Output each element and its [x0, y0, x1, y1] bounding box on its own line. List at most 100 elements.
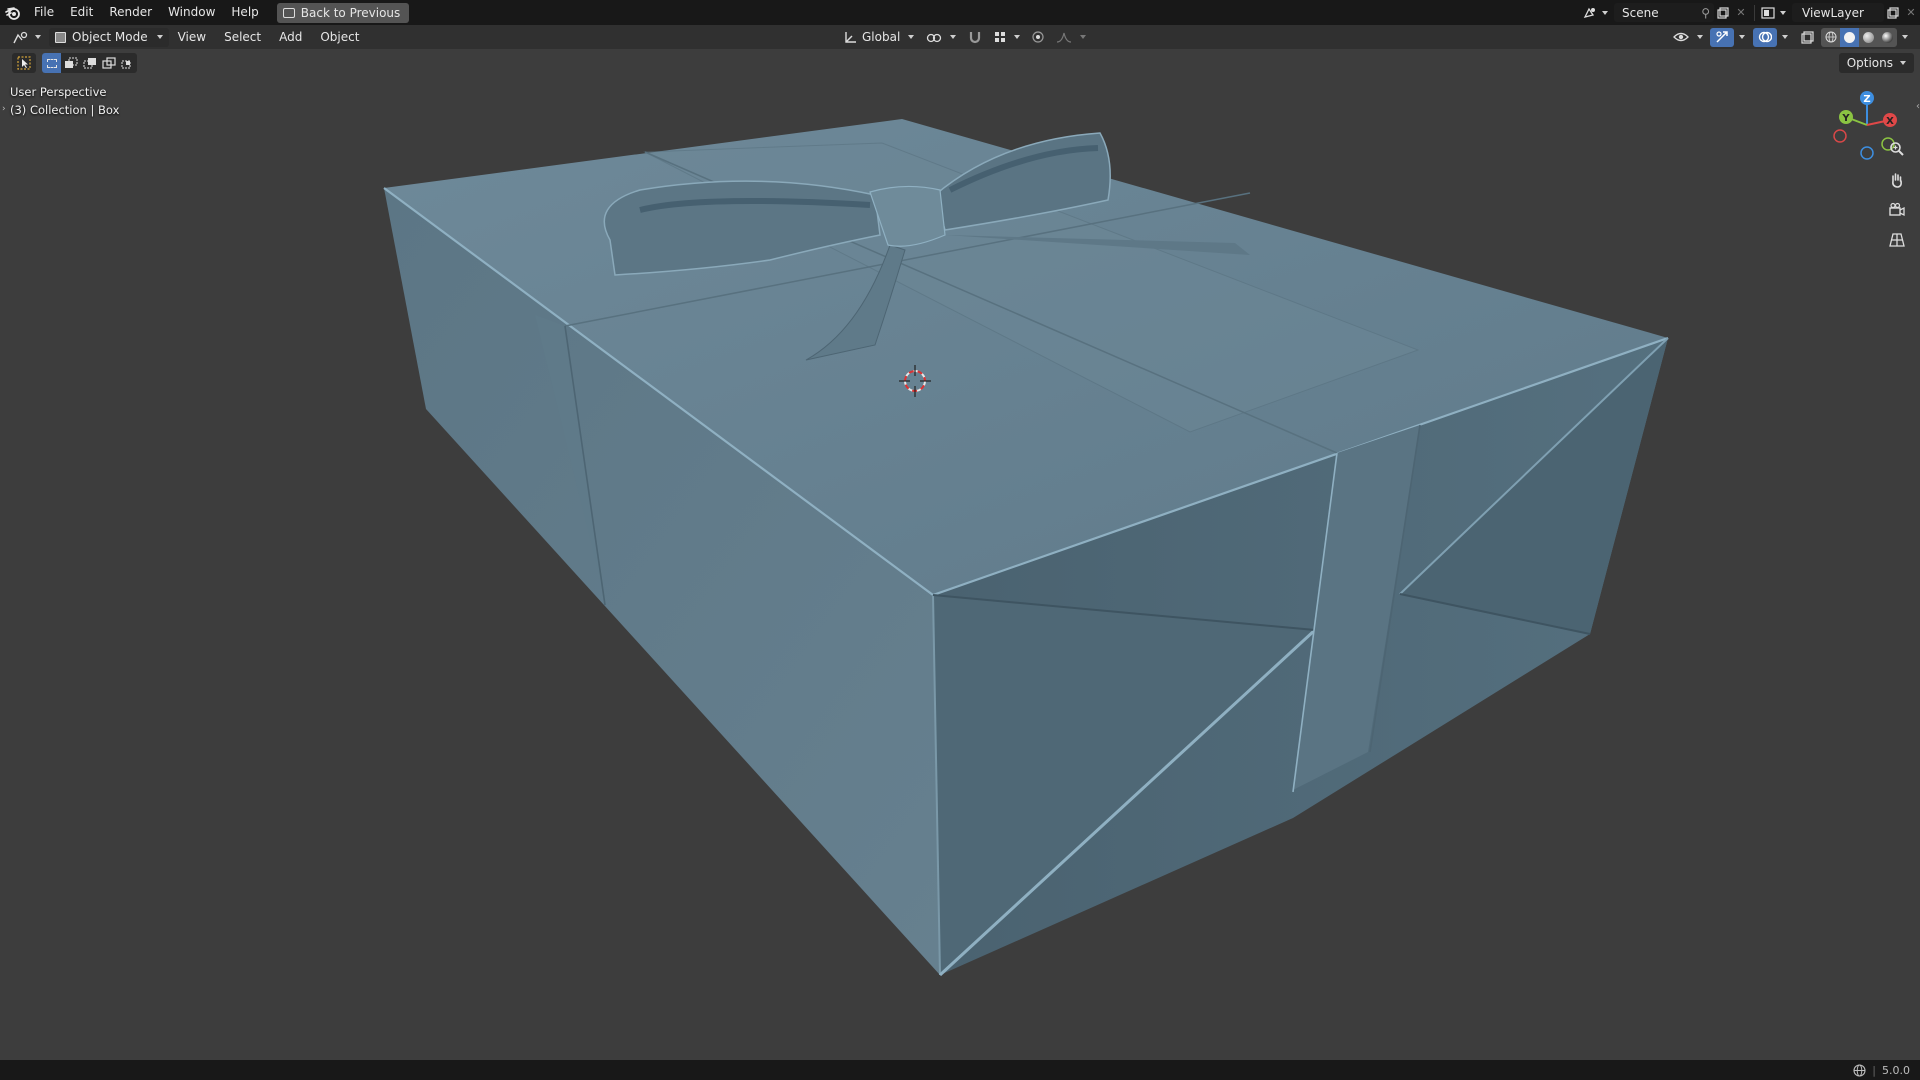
pan-view-button[interactable]: [1884, 167, 1910, 193]
remove-view-layer-icon[interactable]: ✕: [1902, 3, 1920, 22]
wireframe-shading-button[interactable]: [1821, 28, 1840, 47]
camera-icon: [1889, 202, 1905, 217]
view-layer-name-field[interactable]: ViewLayer: [1792, 3, 1884, 22]
snap-toggle[interactable]: [963, 28, 987, 47]
magnet-icon: [970, 32, 981, 44]
menu-file[interactable]: File: [26, 0, 62, 25]
collection-label: (3) Collection | Box: [10, 103, 120, 117]
select-tool-button[interactable]: [12, 53, 36, 73]
gizmo-dropdown-caret[interactable]: [1739, 35, 1745, 39]
chevron-down-icon: [156, 35, 163, 39]
eye-icon: [1673, 32, 1689, 42]
editor-type-caret[interactable]: [35, 35, 41, 39]
top-right-controls: Scene ⚲ ✕ ViewLayer ✕: [1581, 0, 1920, 25]
orientation-label: Global: [862, 30, 901, 44]
chevron-down-icon: [1014, 35, 1021, 39]
overlays-dropdown-caret[interactable]: [1782, 35, 1788, 39]
gizmo-toggle[interactable]: [1710, 27, 1734, 47]
rendered-shading-button[interactable]: [1878, 28, 1897, 47]
separator: [1754, 4, 1755, 21]
xray-toggle[interactable]: [1796, 28, 1819, 47]
object-mode-icon: [55, 31, 66, 43]
pivot-point-dropdown[interactable]: [921, 28, 961, 47]
axis-y-label: Y: [1841, 113, 1850, 124]
blender-logo-icon[interactable]: [0, 0, 26, 25]
chevron-down-icon: [908, 35, 915, 39]
new-scene-icon[interactable]: [1714, 3, 1732, 22]
remove-scene-icon[interactable]: ✕: [1732, 3, 1750, 22]
solid-shading-button[interactable]: [1840, 27, 1859, 47]
camera-view-button[interactable]: [1884, 197, 1910, 223]
grid-perspective-icon: [1889, 233, 1905, 247]
zoom-icon: [1890, 142, 1904, 156]
gizmo-icon: [1716, 31, 1728, 43]
collection-expand-icon[interactable]: ›: [2, 104, 6, 114]
back-to-previous-label: Back to Previous: [300, 5, 401, 20]
wireframe-sphere-icon: [1825, 31, 1836, 43]
overlays-toggle[interactable]: [1753, 27, 1777, 47]
status-bar: | 5.0.0: [0, 1060, 1920, 1080]
scene-name: Scene: [1622, 5, 1659, 20]
object-mode-label: Object Mode: [72, 30, 148, 44]
menu-add[interactable]: Add: [270, 25, 311, 49]
gift-box-model[interactable]: [0, 49, 1920, 1060]
menu-select[interactable]: Select: [215, 25, 270, 49]
pivot-icon: [927, 33, 942, 42]
proportional-editing-toggle[interactable]: [1027, 28, 1049, 47]
editor-type-icon[interactable]: [10, 28, 32, 47]
menu-object[interactable]: Object: [311, 25, 368, 49]
axis-x-label: X: [1886, 116, 1894, 127]
pin-icon[interactable]: ⚲: [1701, 6, 1710, 20]
select-intersect-icon: [121, 60, 130, 69]
snap-target-dropdown[interactable]: [989, 28, 1025, 47]
scene-selector-icon[interactable]: [1581, 3, 1599, 22]
toggle-perspective-button[interactable]: [1884, 227, 1910, 253]
screen-icon: [282, 7, 295, 18]
falloff-dropdown[interactable]: [1051, 28, 1091, 47]
scene-name-field[interactable]: Scene ⚲: [1614, 3, 1714, 22]
3d-viewport[interactable]: User Perspective › (3) Collection | Box …: [0, 49, 1920, 1060]
viewport-display-tools: [1668, 25, 1908, 49]
tool-settings-row: Options: [0, 50, 1920, 76]
options-dropdown[interactable]: Options: [1838, 53, 1914, 73]
axis-neg-x-icon[interactable]: [1833, 129, 1847, 143]
select-subtract-button[interactable]: [80, 53, 99, 73]
menu-help[interactable]: Help: [223, 0, 266, 25]
sidebar-toggle-icon[interactable]: ‹: [1916, 101, 1920, 112]
scene-dropdown-caret[interactable]: [1602, 10, 1608, 15]
menu-edit[interactable]: Edit: [62, 0, 101, 25]
options-label: Options: [1846, 56, 1893, 70]
select-invert-button[interactable]: [99, 53, 118, 73]
select-intersect-button[interactable]: [118, 53, 137, 73]
shading-dropdown-caret[interactable]: [1902, 35, 1908, 39]
solid-sphere-icon: [1844, 31, 1855, 43]
object-mode-dropdown[interactable]: Object Mode: [49, 27, 169, 47]
perspective-label: User Perspective: [10, 85, 107, 99]
viewport-header: Object Mode View Select Add Object Globa…: [0, 25, 1920, 49]
new-view-layer-icon[interactable]: [1884, 3, 1902, 22]
xray-icon: [1801, 30, 1814, 44]
select-new-icon: [46, 58, 57, 68]
orientation-icon: [845, 31, 856, 43]
menu-view[interactable]: View: [169, 25, 215, 49]
select-subtract-icon: [83, 58, 96, 69]
menu-render[interactable]: Render: [101, 0, 160, 25]
axis-neg-z-icon[interactable]: [1860, 146, 1874, 160]
proportional-edit-icon: [1032, 31, 1044, 43]
zoom-view-button[interactable]: [1884, 136, 1910, 162]
overlays-icon: [1758, 31, 1772, 43]
select-extend-button[interactable]: [61, 53, 80, 73]
transform-tools: Global: [838, 25, 1091, 49]
view-layer-selector-icon[interactable]: [1759, 3, 1777, 22]
material-sphere-icon: [1863, 31, 1874, 43]
network-globe-icon[interactable]: [1853, 1063, 1866, 1077]
falloff-curve-icon: [1057, 32, 1072, 43]
material-shading-button[interactable]: [1859, 28, 1878, 47]
menu-window[interactable]: Window: [160, 0, 223, 25]
view-layer-dropdown-caret[interactable]: [1780, 10, 1786, 15]
back-to-previous-button[interactable]: Back to Previous: [276, 2, 410, 23]
select-new-button[interactable]: [42, 53, 61, 73]
visibility-dropdown[interactable]: [1668, 28, 1708, 47]
chevron-down-icon: [950, 35, 957, 39]
transform-orientation-dropdown[interactable]: Global: [838, 28, 919, 47]
